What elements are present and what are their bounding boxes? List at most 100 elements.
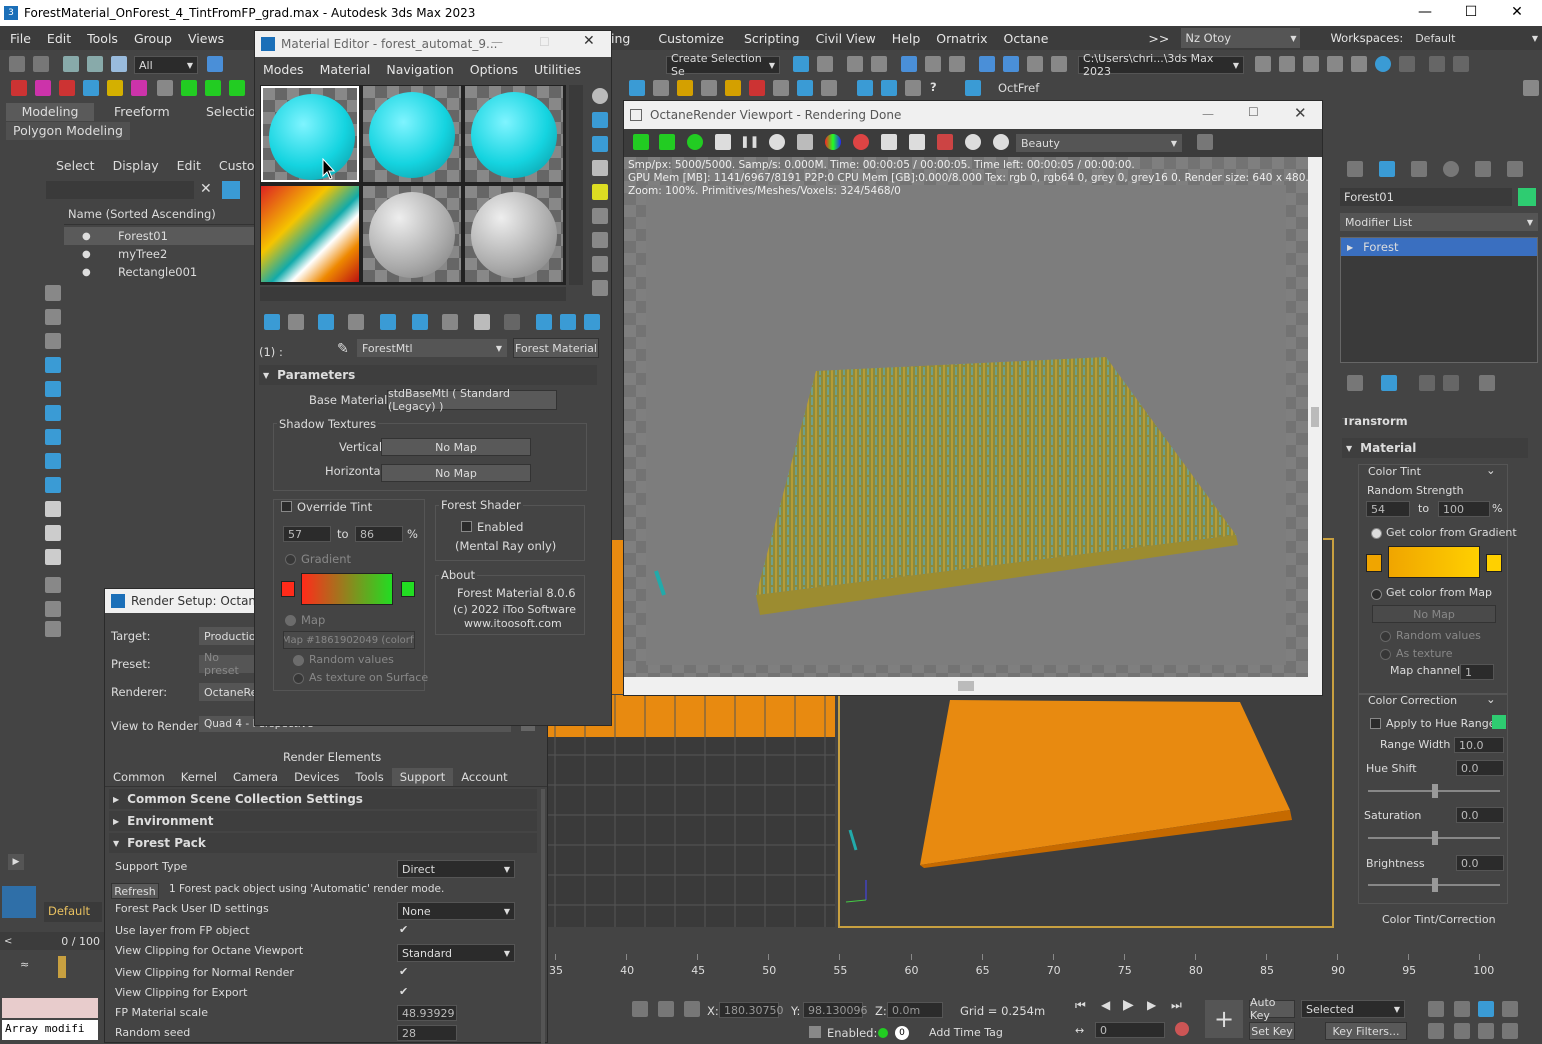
rotate-icon[interactable] bbox=[181, 80, 197, 96]
pin-stack-icon[interactable] bbox=[1347, 375, 1363, 391]
scene-explorer-icon[interactable] bbox=[793, 56, 809, 72]
render-canvas[interactable]: Smp/px: 5000/5000. Samp/s: 0.000M. Time:… bbox=[624, 157, 1309, 677]
scene-tab-display[interactable]: Display bbox=[113, 158, 159, 173]
oct-color-icon[interactable] bbox=[825, 134, 841, 150]
brightness-field[interactable]: 0.0 bbox=[1456, 855, 1504, 871]
display-invert-icon[interactable] bbox=[45, 549, 61, 565]
key-set-dropdown[interactable]: Selected ▼ bbox=[1301, 1000, 1405, 1018]
as-texture-radio[interactable] bbox=[1380, 649, 1391, 660]
oct-lock-icon[interactable] bbox=[715, 134, 731, 150]
clip-normal-checkbox[interactable]: ✔ bbox=[399, 965, 408, 978]
render-iterative-icon[interactable] bbox=[1027, 56, 1043, 72]
coord-y-field[interactable]: 98.130096 bbox=[803, 1002, 868, 1018]
expand-icon[interactable]: ▶ bbox=[1347, 243, 1353, 252]
funnel-icon[interactable] bbox=[45, 601, 61, 617]
octane-toolbar-icon-8[interactable] bbox=[797, 80, 813, 96]
tint-map-slot[interactable]: Map #1861902049 (colorfi bbox=[283, 631, 415, 649]
render-setup-icon[interactable] bbox=[949, 56, 965, 72]
go-forward-sibling-icon[interactable] bbox=[584, 314, 600, 330]
go-to-parent-icon[interactable] bbox=[560, 314, 576, 330]
assign-material-icon[interactable] bbox=[318, 314, 334, 330]
visibility-eye-icon[interactable]: ● bbox=[64, 231, 92, 242]
make-unique-mat-icon[interactable] bbox=[412, 314, 428, 330]
override-tint-checkbox[interactable] bbox=[281, 501, 292, 512]
tab-common[interactable]: Common bbox=[105, 770, 173, 784]
octane-toolbar-icon-6[interactable] bbox=[749, 80, 765, 96]
link-icon[interactable] bbox=[63, 56, 79, 72]
tint-gradient-bar[interactable] bbox=[301, 573, 393, 605]
curve-editor-icon[interactable] bbox=[871, 56, 887, 72]
menu-views[interactable]: Views bbox=[180, 31, 232, 46]
range-width-field[interactable]: 10.0 bbox=[1454, 737, 1504, 753]
current-frame-field[interactable]: 0 bbox=[1095, 1022, 1165, 1038]
schematic-view-icon[interactable] bbox=[901, 56, 917, 72]
gradient-left-swatch[interactable] bbox=[1366, 554, 1382, 572]
target-dropdown[interactable]: Production bbox=[199, 627, 263, 645]
material-name-field[interactable]: ForestMtl ▼ bbox=[357, 339, 507, 357]
collapse-correction-icon[interactable]: ⌄ bbox=[1486, 692, 1496, 706]
sample-slot-5[interactable] bbox=[363, 186, 461, 282]
put-to-library-icon[interactable] bbox=[442, 314, 458, 330]
filter-groups-icon[interactable] bbox=[45, 357, 61, 373]
render-frame-icon[interactable] bbox=[979, 56, 995, 72]
clip-export-checkbox[interactable]: ✔ bbox=[399, 985, 408, 998]
snowflake-icon[interactable] bbox=[965, 80, 981, 96]
zoom-all-icon[interactable] bbox=[1454, 1001, 1470, 1017]
make-unique-icon[interactable] bbox=[1419, 375, 1435, 391]
oct-region-icon[interactable] bbox=[853, 134, 869, 150]
maximize-toggle-icon[interactable] bbox=[1502, 1023, 1518, 1039]
forest-shader-enabled-checkbox[interactable] bbox=[461, 521, 472, 532]
octane-env-icon[interactable] bbox=[107, 80, 123, 96]
gradient-right-swatch[interactable] bbox=[1486, 554, 1502, 572]
options-icon[interactable] bbox=[592, 232, 608, 248]
oct-refresh-icon[interactable] bbox=[769, 134, 785, 150]
close-button[interactable]: ✕ bbox=[1494, 0, 1540, 26]
get-material-icon[interactable] bbox=[264, 314, 280, 330]
prev-key-icon[interactable]: ◀ bbox=[1101, 998, 1110, 1012]
visibility-eye-icon[interactable]: ● bbox=[64, 267, 92, 278]
user-id-dropdown[interactable]: None ▼ bbox=[397, 902, 515, 920]
tint-gradient-right-swatch[interactable] bbox=[401, 581, 415, 597]
oct-camera-icon[interactable] bbox=[937, 134, 953, 150]
coord-z-field[interactable]: 0.0m bbox=[887, 1002, 943, 1018]
material-editor-icon[interactable] bbox=[925, 56, 941, 72]
folder-open-icon[interactable] bbox=[1255, 56, 1271, 72]
render-production-icon[interactable] bbox=[1003, 56, 1019, 72]
override-from-field[interactable]: 57 bbox=[283, 526, 331, 542]
maximize-viewport-icon[interactable] bbox=[1453, 56, 1469, 72]
coord-x-field[interactable]: 180.30750 bbox=[719, 1002, 784, 1018]
goto-start-icon[interactable]: ⏮ bbox=[1075, 998, 1086, 1013]
override-to-field[interactable]: 86 bbox=[355, 526, 403, 542]
make-preview-icon[interactable] bbox=[592, 208, 608, 224]
key-mode-icon[interactable]: ↔ bbox=[1075, 1024, 1084, 1037]
tab-kernel[interactable]: Kernel bbox=[173, 770, 225, 784]
scene-list-header[interactable]: Name (Sorted Ascending) bbox=[64, 207, 216, 221]
oct-save-icon[interactable] bbox=[633, 134, 649, 150]
octane-toolbar-icon-1[interactable] bbox=[629, 80, 645, 96]
render-pass-dropdown[interactable]: Beauty ▼ bbox=[1016, 134, 1182, 152]
user-account-dropdown[interactable]: Nz Otoy ▼ bbox=[1181, 28, 1301, 48]
menu-edit[interactable]: Edit bbox=[39, 31, 79, 46]
zoom-icon[interactable] bbox=[1428, 1001, 1444, 1017]
pin-toolbar-icon[interactable] bbox=[1523, 80, 1539, 96]
preset-dropdown[interactable]: No preset bbox=[199, 651, 255, 677]
funnel-filter-icon[interactable] bbox=[45, 577, 61, 593]
menu-group[interactable]: Group bbox=[126, 31, 180, 46]
menu-tools[interactable]: Tools bbox=[79, 31, 126, 46]
display-none-icon[interactable] bbox=[45, 525, 61, 541]
refresh-button[interactable]: Refresh bbox=[111, 883, 159, 899]
octane-toolbar-icon-12[interactable] bbox=[905, 80, 921, 96]
zoom-extents-all-icon[interactable] bbox=[1502, 1001, 1518, 1017]
time-config-icon[interactable] bbox=[1175, 1022, 1189, 1036]
eyedropper-icon[interactable]: ✎ bbox=[337, 341, 349, 357]
menu-ornatrix[interactable]: Ornatrix bbox=[928, 31, 995, 46]
menu-civil-view[interactable]: Civil View bbox=[808, 31, 884, 46]
random-strength-from[interactable]: 54 bbox=[1366, 501, 1410, 517]
octane-texture-icon[interactable] bbox=[35, 80, 51, 96]
octane-minimize-button[interactable]: — bbox=[1202, 107, 1214, 121]
move-icon[interactable] bbox=[157, 80, 173, 96]
oct-film-icon[interactable] bbox=[881, 134, 897, 150]
bind-spacewarp-icon[interactable] bbox=[111, 56, 127, 72]
octane-toolbar-icon-7[interactable] bbox=[773, 80, 789, 96]
use-layer-checkbox[interactable]: ✔ bbox=[399, 923, 408, 936]
